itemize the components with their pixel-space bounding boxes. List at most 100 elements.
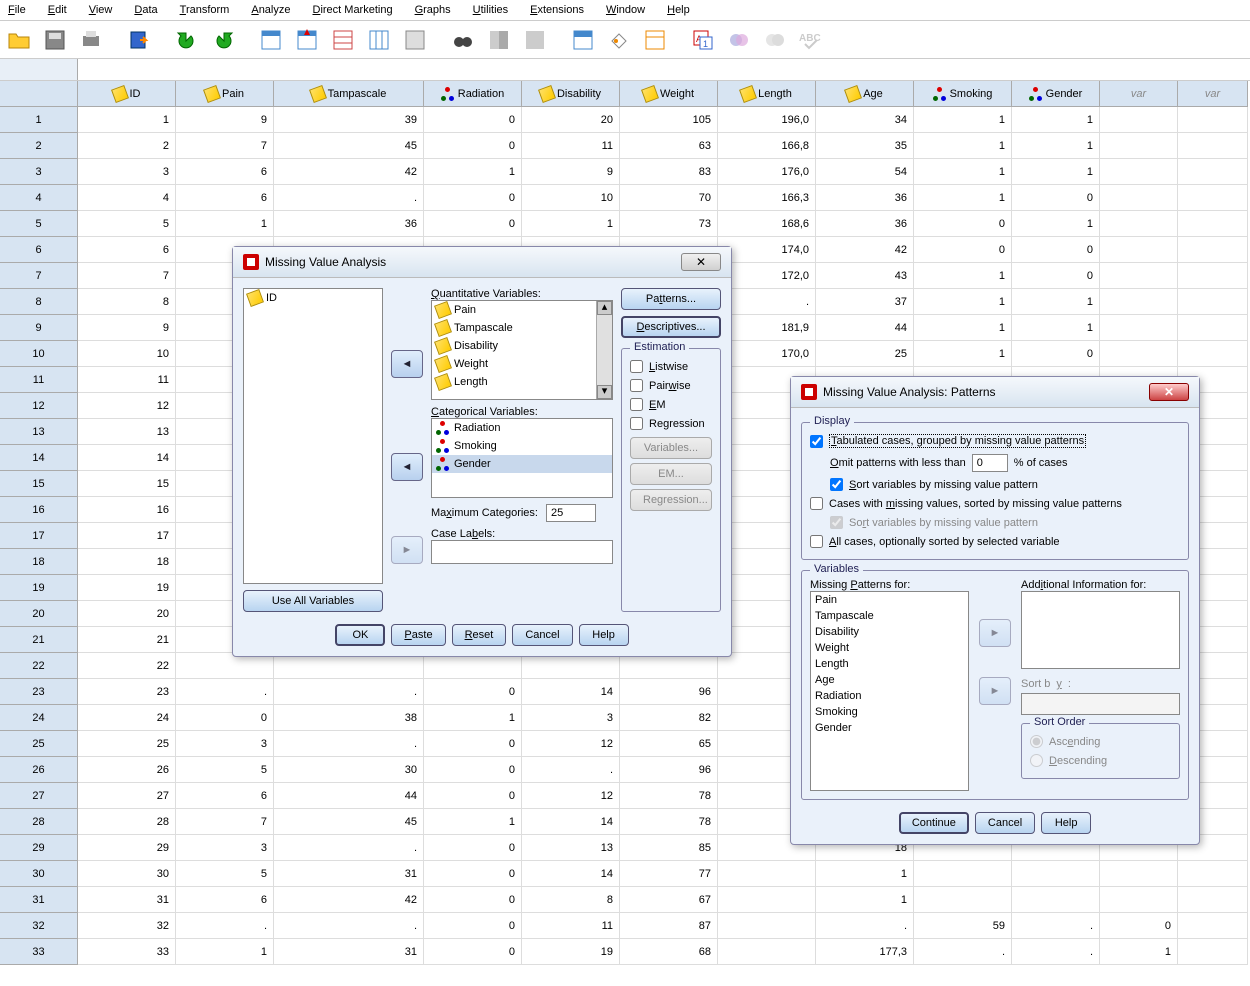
cell[interactable]: 32 [78,913,176,939]
value-labels-icon[interactable] [604,25,634,55]
cell[interactable]: 27 [78,783,176,809]
row-header[interactable]: 13 [0,419,78,445]
cell[interactable] [1012,861,1100,887]
cell[interactable]: 1 [914,263,1012,289]
continue-button[interactable]: Continue [899,812,969,834]
cell[interactable]: 1 [424,705,522,731]
spell-icon[interactable] [724,25,754,55]
cell[interactable]: 28 [78,809,176,835]
cell[interactable]: 39 [274,107,424,133]
cell[interactable]: 83 [620,159,718,185]
cell[interactable]: 78 [620,809,718,835]
scrollbar[interactable]: ▴ ▾ [596,301,612,399]
cell[interactable] [1100,107,1178,133]
cell[interactable] [1178,289,1248,315]
cell[interactable]: . [718,289,816,315]
cell[interactable]: 6 [176,783,274,809]
case-labels-box[interactable] [431,540,613,564]
cell[interactable]: 17 [78,523,176,549]
cell[interactable]: 1 [176,939,274,965]
cell[interactable]: 9 [78,315,176,341]
row-header[interactable]: 33 [0,939,78,965]
list-item[interactable]: Length [811,656,968,672]
cell[interactable] [1012,887,1100,913]
tabulated-checkbox[interactable] [810,435,823,448]
cell[interactable]: 44 [274,783,424,809]
menu-item[interactable]: Data [130,2,161,18]
cell[interactable]: 7 [176,133,274,159]
column-header[interactable]: var [1178,81,1248,107]
cell[interactable] [1100,237,1178,263]
cell[interactable]: 4 [78,185,176,211]
close-icon[interactable]: ✕ [681,253,721,271]
row-header[interactable]: 28 [0,809,78,835]
row-header[interactable]: 14 [0,445,78,471]
cell[interactable]: 42 [274,887,424,913]
column-header[interactable]: var [1100,81,1178,107]
row-header[interactable]: 16 [0,497,78,523]
use-all-vars-button[interactable]: Use All Variables [243,590,383,612]
row-header[interactable]: 6 [0,237,78,263]
cell[interactable]: 30 [274,757,424,783]
cell[interactable]: 11 [522,133,620,159]
goto-var-icon[interactable] [292,25,322,55]
cell[interactable]: 26 [78,757,176,783]
row-header[interactable]: 24 [0,705,78,731]
list-item[interactable]: Radiation [811,688,968,704]
cell[interactable]: . [176,913,274,939]
row-header[interactable]: 15 [0,471,78,497]
cell[interactable]: 77 [620,861,718,887]
cat-var-list[interactable]: RadiationSmokingGender [431,418,613,498]
cell[interactable]: 87 [620,913,718,939]
cell[interactable] [1178,159,1248,185]
move-to-sort-button[interactable]: ► [979,677,1011,705]
formula-input[interactable] [78,59,1250,80]
cell[interactable]: 0 [424,783,522,809]
close-icon[interactable]: ✕ [1149,383,1189,401]
cell[interactable]: 0 [1012,237,1100,263]
cell[interactable]: 0 [424,861,522,887]
cell[interactable]: 15 [78,471,176,497]
cell[interactable] [718,913,816,939]
help-button[interactable]: Help [579,624,629,646]
row-header[interactable]: 7 [0,263,78,289]
cell[interactable]: 12 [78,393,176,419]
max-categories-input[interactable] [546,504,596,522]
abc-icon[interactable]: ABC [796,25,826,55]
cell[interactable]: . [522,757,620,783]
cell[interactable]: 13 [522,835,620,861]
cell[interactable]: 9 [176,107,274,133]
cell[interactable]: 35 [816,133,914,159]
cell[interactable]: 9 [522,159,620,185]
cell[interactable]: 177,3 [816,939,914,965]
cell[interactable]: 31 [274,861,424,887]
cell[interactable]: 0 [424,679,522,705]
cell[interactable]: . [274,913,424,939]
cell[interactable]: 3 [176,835,274,861]
cell[interactable] [1100,887,1178,913]
cell[interactable]: 30 [78,861,176,887]
ok-button[interactable]: OK [335,624,385,646]
cell[interactable]: 14 [522,809,620,835]
cell[interactable] [1100,341,1178,367]
column-header[interactable]: Tampascale [274,81,424,107]
cell[interactable]: 3 [176,731,274,757]
cell[interactable]: 24 [78,705,176,731]
reset-button[interactable]: Reset [452,624,507,646]
list-item[interactable]: Smoking [811,704,968,720]
cell[interactable]: 29 [78,835,176,861]
menu-item[interactable]: Analyze [247,2,294,18]
cell[interactable] [1100,159,1178,185]
list-item[interactable]: Pain [432,301,612,319]
row-header[interactable]: 21 [0,627,78,653]
cell[interactable]: 73 [620,211,718,237]
row-header[interactable]: 10 [0,341,78,367]
cell[interactable]: 43 [816,263,914,289]
cell[interactable]: 2 [78,133,176,159]
cell[interactable]: 0 [176,705,274,731]
list-item[interactable]: Gender [811,720,968,736]
missing-patterns-list[interactable]: PainTampascaleDisabilityWeightLengthAgeR… [810,591,969,791]
cell[interactable]: 1 [78,107,176,133]
row-header[interactable]: 4 [0,185,78,211]
cell[interactable]: 34 [816,107,914,133]
